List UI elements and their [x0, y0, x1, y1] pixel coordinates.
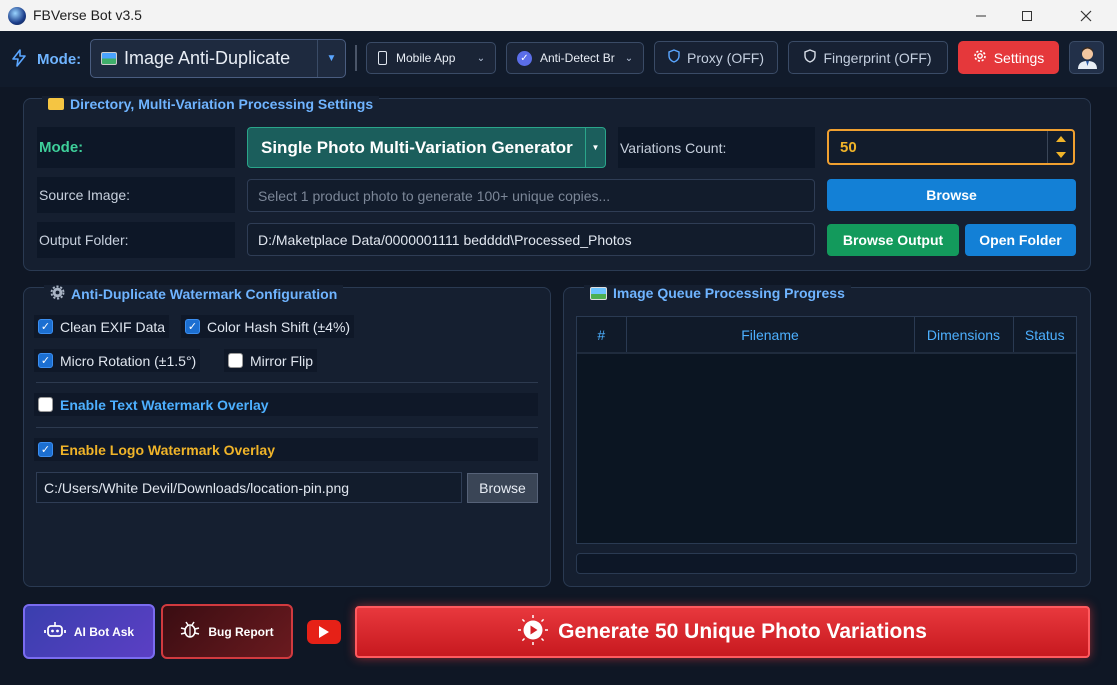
checkbox-checked-icon: ✓ — [38, 353, 53, 368]
minimize-icon[interactable] — [958, 0, 1004, 31]
column-header-filename[interactable]: Filename — [626, 317, 915, 354]
avatar-icon — [1078, 47, 1097, 69]
proxy-button-label: Proxy (OFF) — [687, 49, 764, 66]
ai-bot-ask-button[interactable]: AI Bot Ask — [23, 604, 155, 659]
micro-rotation-label: Micro Rotation (±1.5°) — [60, 352, 197, 369]
source-image-input[interactable]: Select 1 product photo to generate 100+ … — [247, 179, 815, 212]
column-header-index[interactable]: # — [577, 317, 627, 354]
chevron-down-icon: ▼ — [585, 128, 605, 167]
variations-count-value: 50 — [840, 138, 857, 156]
processing-mode-dropdown[interactable]: Single Photo Multi-Variation Generator ▼ — [247, 127, 606, 168]
queue-panel-header: Image Queue Processing Progress — [584, 285, 851, 301]
color-hash-shift-checkbox[interactable]: ✓ Color Hash Shift (±4%) — [181, 315, 355, 338]
color-hash-shift-label: Color Hash Shift (±4%) — [207, 318, 351, 335]
ai-bot-ask-label: AI Bot Ask — [73, 624, 135, 639]
watermark-panel-header: Anti-Duplicate Watermark Configuration — [44, 285, 344, 303]
bug-report-label: Bug Report — [208, 624, 274, 639]
processing-progress-bar — [576, 553, 1077, 574]
chevron-down-icon: ⌄ — [476, 52, 486, 64]
toolbar-separator — [355, 45, 357, 71]
image-queue-table[interactable]: # Filename Dimensions Status — [576, 316, 1077, 544]
proxy-button[interactable]: Proxy (OFF) — [654, 41, 778, 74]
text-watermark-label: Enable Text Watermark Overlay — [60, 396, 269, 413]
maximize-icon[interactable] — [1004, 0, 1050, 31]
device-dropdown[interactable]: Mobile App ⌄ — [366, 42, 496, 74]
browser-dropdown-value: Anti-Detect Br — [540, 51, 615, 65]
clean-exif-label: Clean EXIF Data — [60, 318, 166, 335]
text-watermark-checkbox[interactable]: Enable Text Watermark Overlay — [34, 393, 538, 416]
spin-up-icon[interactable] — [1047, 131, 1073, 147]
fingerprint-button[interactable]: Fingerprint (OFF) — [788, 41, 948, 74]
spin-down-icon[interactable] — [1047, 147, 1073, 163]
picture-icon — [590, 286, 607, 300]
folder-icon — [48, 98, 64, 110]
settings-button-label: Settings — [993, 49, 1045, 66]
fingerprint-button-label: Fingerprint (OFF) — [823, 49, 932, 66]
settings-button[interactable]: Settings — [958, 41, 1059, 74]
check-circle-icon: ✓ — [517, 50, 532, 66]
gear-icon — [973, 49, 987, 66]
output-folder-input[interactable]: D:/Maketplace Data/0000001111 bedddd\Pro… — [247, 223, 815, 256]
generate-variations-label: Generate 50 Unique Photo Variations — [558, 620, 927, 643]
checkbox-unchecked-icon — [38, 397, 53, 412]
chevron-down-icon: ⌄ — [624, 52, 634, 64]
bug-icon — [180, 620, 200, 643]
variations-count-label: Variations Count: — [618, 127, 815, 168]
clean-exif-checkbox[interactable]: ✓ Clean EXIF Data — [34, 315, 170, 338]
open-folder-button[interactable]: Open Folder — [965, 224, 1076, 256]
browse-output-button[interactable]: Browse Output — [827, 224, 959, 256]
youtube-icon[interactable] — [307, 620, 341, 644]
mobile-icon — [378, 51, 387, 65]
logo-watermark-checkbox[interactable]: ✓ Enable Logo Watermark Overlay — [34, 438, 538, 461]
bolt-icon — [11, 49, 27, 72]
shield-icon — [804, 49, 817, 66]
close-icon[interactable] — [1063, 0, 1109, 31]
divider — [36, 427, 538, 428]
play-circle-icon — [518, 614, 549, 650]
chevron-down-icon: ▼ — [317, 40, 345, 77]
shield-icon — [668, 49, 680, 66]
image-icon — [101, 52, 117, 65]
micro-rotation-checkbox[interactable]: ✓ Micro Rotation (±1.5°) — [34, 349, 201, 372]
processing-mode-value: Single Photo Multi-Variation Generator — [261, 137, 573, 157]
directory-panel-header: Directory, Multi-Variation Processing Se… — [42, 96, 380, 112]
checkbox-unchecked-icon — [228, 353, 243, 368]
column-header-dimensions[interactable]: Dimensions — [914, 317, 1014, 354]
divider — [36, 382, 538, 383]
logo-watermark-label: Enable Logo Watermark Overlay — [60, 441, 275, 458]
column-header-status[interactable]: Status — [1013, 317, 1076, 354]
variations-count-spinbox[interactable]: 50 — [827, 129, 1075, 165]
mode-dropdown[interactable]: Image Anti-Duplicate ▼ — [90, 39, 346, 78]
output-folder-label: Output Folder: — [37, 222, 235, 258]
checkbox-checked-icon: ✓ — [38, 319, 53, 334]
generate-variations-button[interactable]: Generate 50 Unique Photo Variations — [355, 606, 1090, 658]
mirror-flip-label: Mirror Flip — [250, 352, 313, 369]
gear-icon — [50, 285, 65, 303]
checkbox-checked-icon: ✓ — [185, 319, 200, 334]
mirror-flip-checkbox[interactable]: Mirror Flip — [224, 349, 317, 372]
device-dropdown-value: Mobile App — [396, 51, 456, 65]
directory-panel-title: Directory, Multi-Variation Processing Se… — [70, 96, 374, 112]
mode-label: Mode: — [37, 51, 82, 68]
browse-source-button[interactable]: Browse — [827, 179, 1076, 211]
window-title: FBVerse Bot v3.5 — [33, 7, 142, 23]
source-image-label: Source Image: — [37, 177, 235, 213]
robot-icon — [43, 621, 66, 642]
user-avatar-button[interactable] — [1069, 41, 1104, 74]
mode-dropdown-value: Image Anti-Duplicate — [124, 48, 291, 68]
title-bar: FBVerse Bot v3.5 — [0, 0, 1117, 31]
checkbox-checked-icon: ✓ — [38, 442, 53, 457]
logo-browse-button[interactable]: Browse — [467, 473, 538, 503]
bug-report-button[interactable]: Bug Report — [161, 604, 293, 659]
browser-dropdown[interactable]: ✓ Anti-Detect Br ⌄ — [506, 42, 644, 74]
app-logo-icon — [8, 7, 26, 25]
queue-panel-title: Image Queue Processing Progress — [613, 285, 845, 301]
processing-mode-label: Mode: — [37, 127, 235, 168]
logo-path-input[interactable]: C:/Users/White Devil/Downloads/location-… — [36, 472, 462, 503]
watermark-panel-title: Anti-Duplicate Watermark Configuration — [71, 286, 338, 302]
